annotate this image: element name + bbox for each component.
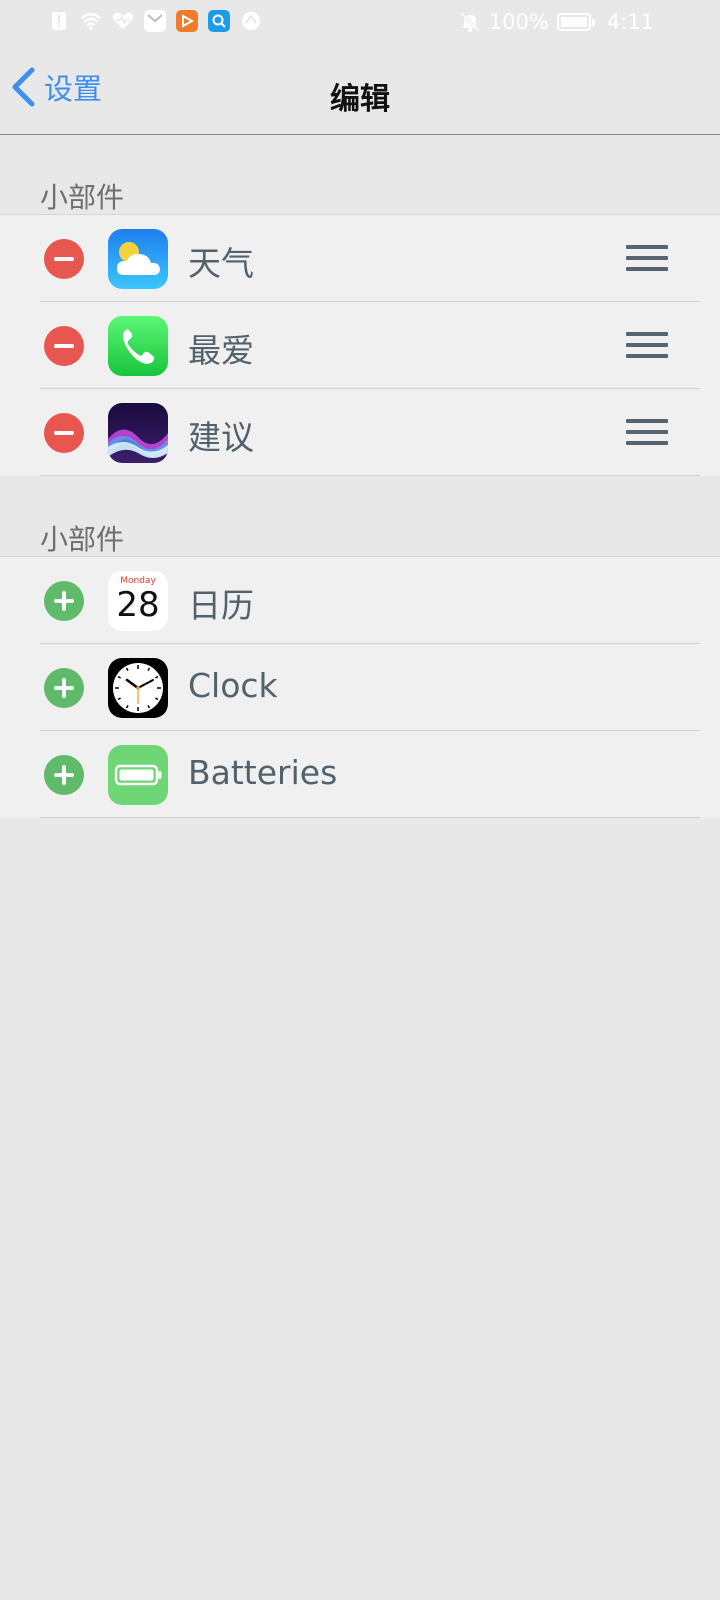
- remove-button[interactable]: [44, 239, 84, 279]
- wifi-icon: [80, 10, 102, 32]
- list-item-clock: Clock: [0, 644, 720, 731]
- search-app-icon: [208, 10, 230, 32]
- remove-button[interactable]: [44, 413, 84, 453]
- list-item-suggestions: 建议: [0, 389, 720, 476]
- batteries-icon: [108, 745, 168, 805]
- list-item-label: 日历: [188, 586, 254, 625]
- list-item-weather: 天气: [0, 215, 720, 302]
- status-icons-left: [48, 10, 262, 32]
- section-header-available: 小部件: [40, 523, 125, 556]
- status-right: 100% 4:11: [459, 10, 654, 34]
- section-header-active: 小部件: [40, 181, 125, 214]
- siri-icon: [108, 403, 168, 463]
- available-widgets-list: Monday 28 日历 Clock Batteries: [0, 556, 720, 818]
- list-item-batteries: Batteries: [0, 731, 720, 818]
- list-item-label: Batteries: [188, 753, 338, 792]
- remove-button[interactable]: [44, 326, 84, 366]
- status-bar: 100% 4:11: [0, 0, 720, 48]
- active-widgets-list: 天气 最爱 建议: [0, 214, 720, 476]
- add-button[interactable]: [44, 668, 84, 708]
- battery-icon: [556, 13, 595, 31]
- battery-percent: 100%: [488, 10, 549, 34]
- list-item-label: 建议: [188, 418, 254, 457]
- phone-icon: [108, 316, 168, 376]
- calendar-day-number: 28: [116, 585, 160, 625]
- calendar-icon: Monday 28: [108, 571, 168, 631]
- reorder-handle-icon[interactable]: [626, 245, 668, 273]
- reorder-handle-icon[interactable]: [626, 419, 668, 447]
- reorder-handle-icon[interactable]: [626, 332, 668, 360]
- add-button[interactable]: [44, 755, 84, 795]
- mute-bell-icon: [459, 11, 481, 33]
- page-title: 编辑: [330, 82, 390, 117]
- list-item-calendar: Monday 28 日历: [0, 557, 720, 644]
- clock-icon: [108, 658, 168, 718]
- weather-icon: [108, 229, 168, 289]
- browser-icon: [240, 10, 262, 32]
- list-item-label: 最爱: [188, 331, 254, 370]
- alert-icon: [48, 10, 70, 32]
- list-item-label: 天气: [188, 244, 254, 283]
- video-app-icon: [176, 10, 198, 32]
- health-icon: [112, 10, 134, 32]
- add-button[interactable]: [44, 581, 84, 621]
- nav-bar: 设置 编辑: [0, 48, 720, 135]
- message-icon: [144, 10, 166, 32]
- list-item-favorites: 最爱: [0, 302, 720, 389]
- list-item-label: Clock: [188, 666, 278, 705]
- status-time: 4:11: [606, 10, 654, 34]
